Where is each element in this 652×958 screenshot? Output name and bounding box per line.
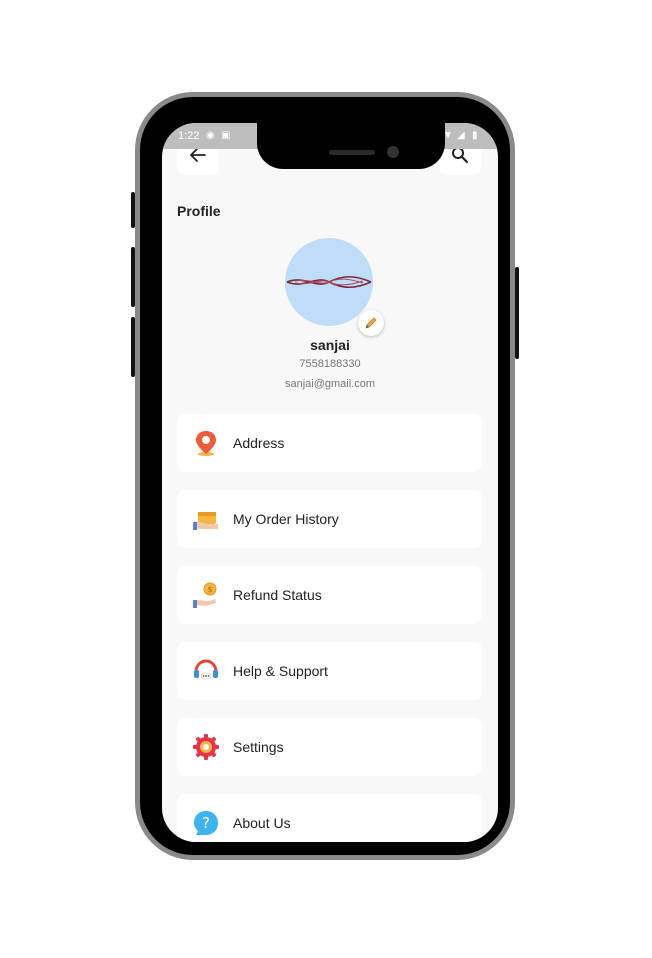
headset-icon	[191, 656, 221, 686]
menu-item-label: About Us	[233, 815, 291, 831]
notification-icon: ◉	[206, 130, 215, 141]
status-time: 1:22	[178, 130, 200, 142]
user-phone: 7558188330	[299, 358, 361, 370]
location-pin-icon	[191, 428, 221, 458]
speaker	[329, 150, 375, 155]
user-email: sanjai@gmail.com	[284, 378, 376, 390]
menu-item-help-support[interactable]: Help & Support	[177, 642, 482, 700]
mute-switch	[131, 192, 135, 228]
order-box-icon	[191, 504, 221, 534]
menu-item-label: My Order History	[233, 511, 339, 527]
volume-up-button	[131, 247, 135, 307]
question-icon: ?	[191, 808, 221, 838]
user-name: sanjai	[310, 337, 350, 353]
menu-item-order-history[interactable]: My Order History	[177, 490, 482, 548]
notch	[257, 123, 445, 169]
front-camera	[387, 146, 399, 158]
menu-item-about-us[interactable]: ? About Us	[177, 794, 482, 842]
menu-item-label: Address	[233, 435, 285, 451]
svg-text:?: ?	[202, 814, 210, 832]
menu-item-label: Refund Status	[233, 587, 322, 603]
screen: 1:22 ◉ ▣ ✆ ▼ ◢ ▮	[162, 123, 498, 842]
menu-item-label: Settings	[233, 739, 284, 755]
volume-down-button	[131, 317, 135, 377]
menu-item-label: Help & Support	[233, 663, 328, 679]
signal-icon: ◢	[457, 130, 465, 141]
menu-item-refund-status[interactable]: $ Refund Status	[177, 566, 482, 624]
avatar-image	[286, 275, 372, 289]
edit-avatar-button[interactable]	[358, 310, 384, 336]
svg-text:$: $	[207, 585, 212, 594]
notification-icon: ▣	[221, 130, 231, 141]
battery-icon: ▮	[472, 130, 478, 141]
page-title: Profile	[177, 203, 221, 219]
phone-bezel: 1:22 ◉ ▣ ✆ ▼ ◢ ▮	[140, 97, 510, 855]
avatar[interactable]	[285, 238, 373, 326]
power-button	[515, 267, 519, 359]
refund-coin-icon: $	[191, 580, 221, 610]
menu-item-settings[interactable]: Settings	[177, 718, 482, 776]
phone-frame: 1:22 ◉ ▣ ✆ ▼ ◢ ▮	[131, 92, 519, 860]
menu-item-address[interactable]: Address	[177, 414, 482, 472]
pencil-icon	[365, 317, 377, 329]
gear-icon	[191, 732, 221, 762]
